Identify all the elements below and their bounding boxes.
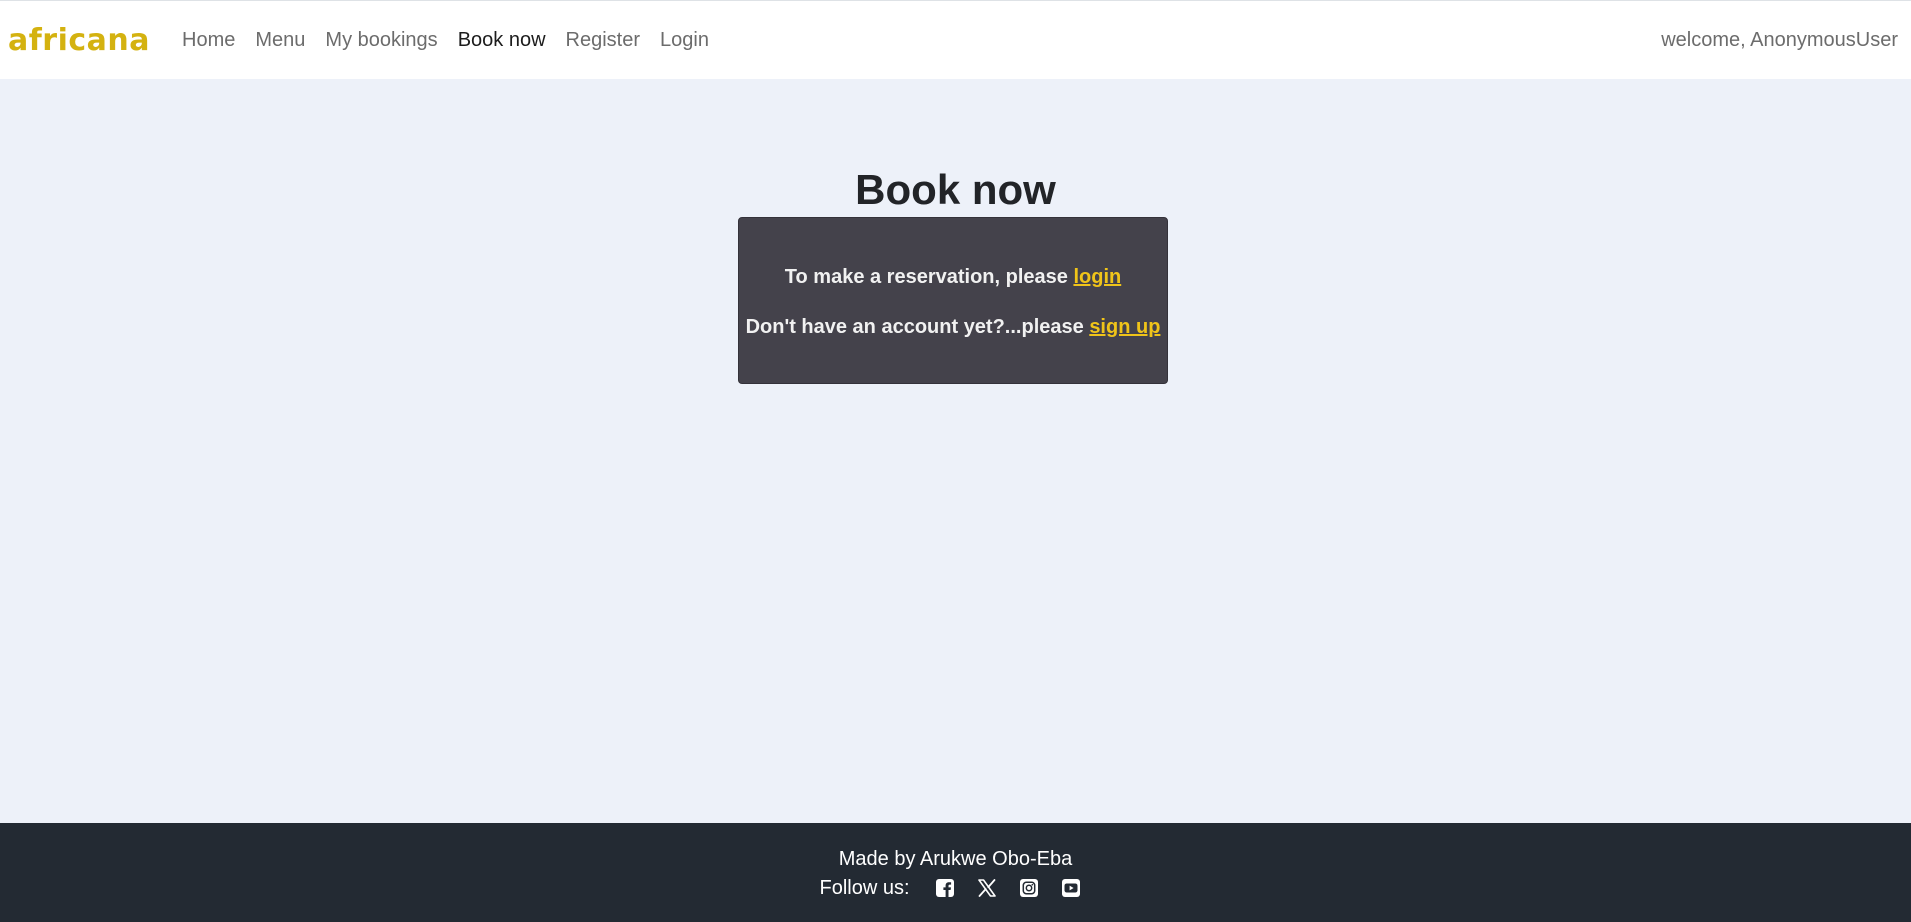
welcome-text: welcome, AnonymousUser (1661, 28, 1898, 51)
nav-link-home[interactable]: Home (172, 29, 245, 52)
page-title: Book now (855, 166, 1056, 213)
follow-row: Follow us: (0, 875, 1911, 901)
x-icon[interactable] (976, 877, 998, 899)
nav-link-login[interactable]: Login (650, 29, 719, 52)
signup-link[interactable]: sign up (1089, 316, 1160, 338)
nav-link-register[interactable]: Register (556, 29, 650, 52)
nav-link-book-now[interactable]: Book now (448, 29, 556, 52)
login-prompt-text: To make a reservation, please (784, 266, 1074, 288)
nav-links: Home Menu My bookings Book now Register … (172, 29, 719, 52)
facebook-icon[interactable] (934, 877, 956, 899)
instagram-icon[interactable] (1018, 877, 1040, 899)
nav-link-my-bookings[interactable]: My bookings (315, 29, 447, 52)
footer-credit: Made by Arukwe Obo-Eba (838, 848, 1073, 870)
signup-prompt: Don't have an account yet?...please sign… (739, 314, 1167, 340)
reservation-notice-card: To make a reservation, please login Don'… (738, 217, 1168, 384)
follow-label: Follow us: (819, 877, 910, 899)
login-link[interactable]: login (1073, 266, 1121, 288)
nav-link-menu[interactable]: Menu (245, 29, 315, 52)
youtube-icon[interactable] (1060, 877, 1082, 899)
login-prompt: To make a reservation, please login (739, 264, 1167, 290)
signup-prompt-text: Don't have an account yet?...please (745, 316, 1090, 338)
navbar: africana Home Menu My bookings Book now … (0, 0, 1911, 79)
brand-logo[interactable]: africana (8, 23, 150, 58)
footer: Made by Arukwe Obo-Eba Follow us: (0, 823, 1911, 922)
